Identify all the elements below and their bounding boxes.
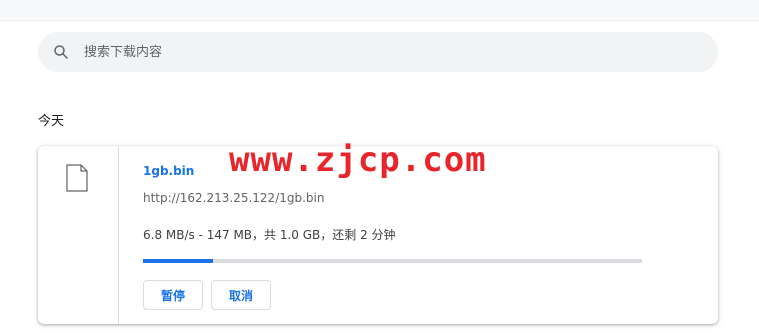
top-toolbar-strip	[0, 0, 759, 21]
file-icon	[66, 164, 88, 192]
cancel-button[interactable]: 取消	[211, 280, 271, 310]
file-icon-column	[38, 146, 119, 324]
download-item-card: 1gb.bin http://162.213.25.122/1gb.bin 6.…	[38, 146, 718, 324]
pause-button[interactable]: 暂停	[143, 280, 203, 310]
download-progress-bar	[143, 259, 642, 263]
file-name-link[interactable]: 1gb.bin	[143, 164, 194, 178]
download-progress-status: 6.8 MB/s - 147 MB，共 1.0 GB，还剩 2 分钟	[143, 228, 396, 242]
date-section-heading: 今天	[38, 114, 65, 129]
search-input[interactable]	[84, 32, 684, 72]
file-source-url[interactable]: http://162.213.25.122/1gb.bin	[143, 191, 324, 205]
search-bar[interactable]	[38, 32, 718, 72]
search-icon[interactable]	[52, 43, 70, 61]
download-progress-fill	[143, 259, 213, 263]
